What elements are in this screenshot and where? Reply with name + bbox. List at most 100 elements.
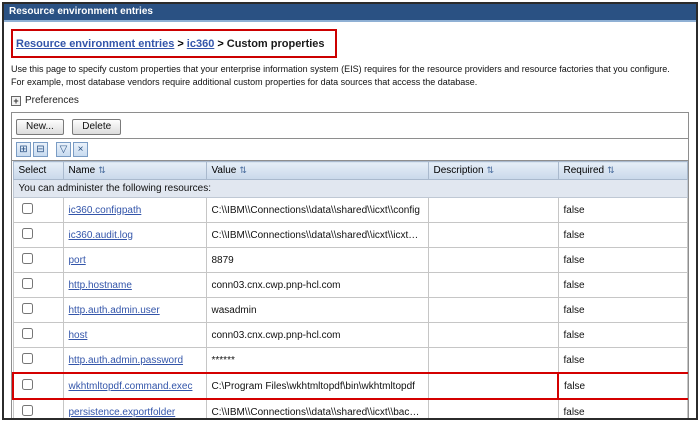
table-row: http.auth.admin.user wasadmin false bbox=[13, 298, 688, 323]
deselect-all-icon[interactable]: ⊟ bbox=[33, 142, 48, 157]
row-select-cell bbox=[13, 399, 63, 420]
table-row: port 8879 false bbox=[13, 248, 688, 273]
row-checkbox[interactable] bbox=[22, 253, 33, 264]
custom-properties-table: Select Name⇅ Value⇅ Description⇅ Require… bbox=[12, 161, 688, 420]
property-value: C:\Program Files\wkhtmltopdf\bin\wkhtmlt… bbox=[206, 373, 428, 399]
expand-icon[interactable]: + bbox=[11, 96, 21, 106]
sort-icon[interactable]: ⇅ bbox=[98, 165, 106, 175]
property-link[interactable]: port bbox=[69, 255, 86, 266]
row-checkbox[interactable] bbox=[22, 353, 33, 364]
table-icon-bar: ⊞ ⊟ ▽ × bbox=[12, 139, 688, 161]
breadcrumb: Resource environment entries>ic360>Custo… bbox=[16, 38, 325, 50]
property-value: conn03.cnx.cwp.pnp-hcl.com bbox=[206, 323, 428, 348]
sort-icon[interactable]: ⇅ bbox=[239, 165, 247, 175]
row-select-cell bbox=[13, 323, 63, 348]
row-select-cell bbox=[13, 198, 63, 223]
property-description bbox=[428, 348, 558, 374]
property-value: C:\\IBM\\Connections\\data\\shared\\icxt… bbox=[206, 223, 428, 248]
select-all-icon[interactable]: ⊞ bbox=[16, 142, 31, 157]
row-name-cell: wkhtmltopdf.command.exec bbox=[63, 373, 206, 399]
breadcrumb-link-ic360[interactable]: ic360 bbox=[187, 38, 215, 50]
property-link[interactable]: wkhtmltopdf.command.exec bbox=[69, 381, 193, 392]
property-value: C:\\IBM\\Connections\\data\\shared\\icxt… bbox=[206, 399, 428, 420]
property-required: false bbox=[558, 298, 688, 323]
row-name-cell: host bbox=[63, 323, 206, 348]
row-select-cell bbox=[13, 223, 63, 248]
properties-table-panel: New... Delete ⊞ ⊟ ▽ × Select Name⇅ Value… bbox=[11, 112, 689, 420]
row-checkbox[interactable] bbox=[22, 328, 33, 339]
breadcrumb-link-resource-environment-entries[interactable]: Resource environment entries bbox=[16, 38, 174, 50]
property-description bbox=[428, 198, 558, 223]
row-checkbox[interactable] bbox=[22, 278, 33, 289]
header-description: Description⇅ bbox=[428, 162, 558, 180]
property-required: false bbox=[558, 223, 688, 248]
property-required: false bbox=[558, 373, 688, 399]
breadcrumb-separator: > bbox=[177, 38, 183, 50]
admin-note: You can administer the following resourc… bbox=[13, 180, 688, 198]
row-name-cell: port bbox=[63, 248, 206, 273]
property-link[interactable]: persistence.exportfolder bbox=[69, 407, 176, 418]
table-row: ic360.configpath C:\\IBM\\Connections\\d… bbox=[13, 198, 688, 223]
row-name-cell: ic360.audit.log bbox=[63, 223, 206, 248]
row-checkbox[interactable] bbox=[22, 405, 33, 416]
property-value: 8879 bbox=[206, 248, 428, 273]
console-window: Resource environment entries Resource en… bbox=[2, 2, 698, 420]
preferences-toggle[interactable]: + Preferences bbox=[11, 95, 689, 106]
property-description bbox=[428, 399, 558, 420]
property-required: false bbox=[558, 399, 688, 420]
row-name-cell: persistence.exportfolder bbox=[63, 399, 206, 420]
property-description bbox=[428, 223, 558, 248]
property-description bbox=[428, 248, 558, 273]
header-name: Name⇅ bbox=[63, 162, 206, 180]
property-link[interactable]: http.auth.admin.user bbox=[69, 305, 160, 316]
property-description bbox=[428, 323, 558, 348]
property-value: C:\\IBM\\Connections\\data\\shared\\icxt… bbox=[206, 198, 428, 223]
property-required: false bbox=[558, 348, 688, 374]
table-row: host conn03.cnx.cwp.pnp-hcl.com false bbox=[13, 323, 688, 348]
table-row: http.auth.admin.password ****** false bbox=[13, 348, 688, 374]
admin-note-row: You can administer the following resourc… bbox=[13, 180, 688, 198]
show-filter-icon[interactable]: ▽ bbox=[56, 142, 71, 157]
table-button-bar: New... Delete bbox=[12, 113, 688, 139]
property-required: false bbox=[558, 198, 688, 223]
header-required: Required⇅ bbox=[558, 162, 688, 180]
row-checkbox[interactable] bbox=[22, 203, 33, 214]
clear-filter-icon[interactable]: × bbox=[73, 142, 88, 157]
row-checkbox[interactable] bbox=[22, 379, 33, 390]
annotation-box-breadcrumb: Resource environment entries>ic360>Custo… bbox=[11, 29, 337, 58]
header-select: Select bbox=[13, 162, 63, 180]
property-link[interactable]: host bbox=[69, 330, 88, 341]
table-row-wkhtmltopdf-annotated: wkhtmltopdf.command.exec C:\Program File… bbox=[13, 373, 688, 399]
property-value: conn03.cnx.cwp.pnp-hcl.com bbox=[206, 273, 428, 298]
table-row: persistence.exportfolder C:\\IBM\\Connec… bbox=[13, 399, 688, 420]
sort-icon[interactable]: ⇅ bbox=[607, 165, 615, 175]
breadcrumb-separator: > bbox=[217, 38, 223, 50]
row-select-cell bbox=[13, 248, 63, 273]
page-title: Resource environment entries bbox=[4, 4, 696, 22]
row-name-cell: ic360.configpath bbox=[63, 198, 206, 223]
row-select-cell bbox=[13, 373, 63, 399]
property-required: false bbox=[558, 273, 688, 298]
property-link[interactable]: http.auth.admin.password bbox=[69, 355, 184, 366]
header-value: Value⇅ bbox=[206, 162, 428, 180]
row-name-cell: http.hostname bbox=[63, 273, 206, 298]
row-checkbox[interactable] bbox=[22, 303, 33, 314]
property-link[interactable]: http.hostname bbox=[69, 280, 132, 291]
table-row: ic360.audit.log C:\\IBM\\Connections\\da… bbox=[13, 223, 688, 248]
sort-icon[interactable]: ⇅ bbox=[487, 165, 495, 175]
property-value: ****** bbox=[206, 348, 428, 374]
row-name-cell: http.auth.admin.user bbox=[63, 298, 206, 323]
row-checkbox[interactable] bbox=[22, 228, 33, 239]
breadcrumb-current: Custom properties bbox=[227, 38, 325, 50]
table-header-row: Select Name⇅ Value⇅ Description⇅ Require… bbox=[13, 162, 688, 180]
property-link[interactable]: ic360.audit.log bbox=[69, 230, 134, 241]
new-button[interactable]: New... bbox=[16, 119, 64, 135]
property-required: false bbox=[558, 248, 688, 273]
delete-button[interactable]: Delete bbox=[72, 119, 121, 135]
row-select-cell bbox=[13, 348, 63, 374]
row-select-cell bbox=[13, 298, 63, 323]
row-select-cell bbox=[13, 273, 63, 298]
property-value: wasadmin bbox=[206, 298, 428, 323]
property-link[interactable]: ic360.configpath bbox=[69, 205, 142, 216]
property-required: false bbox=[558, 323, 688, 348]
